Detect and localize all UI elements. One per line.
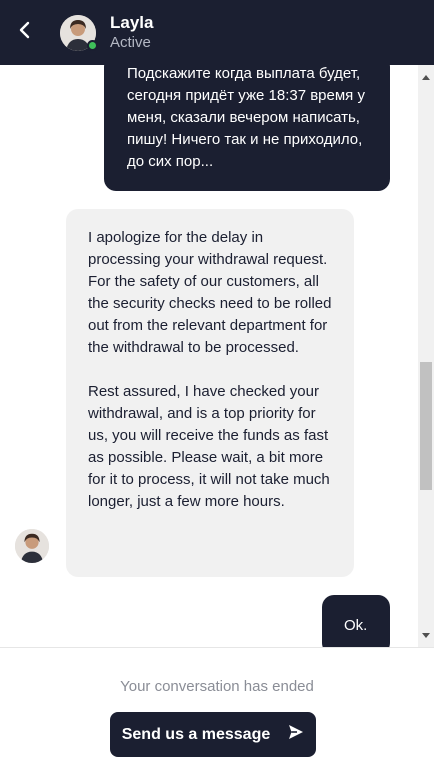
scroll-up-arrow-icon[interactable] [418,69,434,85]
message-bubble-incoming: I apologize for the delay in processing … [66,209,354,577]
back-button[interactable] [0,0,48,65]
agent-info: Layla Active [110,13,153,53]
agent-avatar-wrapper [60,14,98,51]
chat-header: Layla Active [0,0,434,65]
scroll-down-arrow-icon[interactable] [418,627,434,643]
agent-message-avatar [15,529,49,563]
send-message-button[interactable]: Send us a message [110,712,316,757]
conversation-ended-text: Your conversation has ended [120,678,314,695]
scrollbar-thumb[interactable] [420,362,432,490]
message-bubble-outgoing: Ok. [322,595,390,647]
send-message-label: Send us a message [121,725,271,743]
agent-name: Layla [110,12,154,32]
message-list[interactable]: Подскажите когда выплата будет, сегодня … [0,65,418,647]
send-arrow-icon [288,724,304,745]
footer-divider [0,647,434,648]
message-scrollbar[interactable] [418,65,434,647]
agent-status: Active [110,33,151,51]
message-bubble-outgoing: Подскажите когда выплата будет, сегодня … [104,65,390,191]
chevron-left-icon [18,21,30,44]
online-status-dot [87,39,98,51]
